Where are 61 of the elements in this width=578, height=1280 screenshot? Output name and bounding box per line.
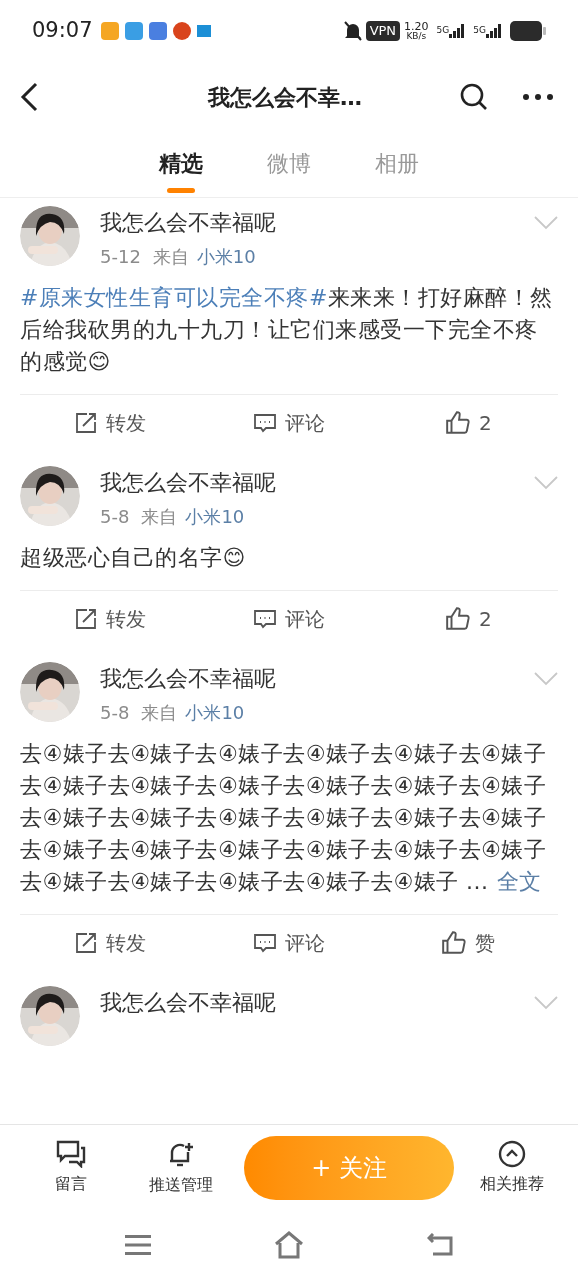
- like-action[interactable]: 2: [378, 407, 558, 438]
- author-name[interactable]: 我怎么会不幸福呢: [100, 206, 276, 239]
- thumbs-up-icon: [441, 929, 468, 956]
- recommend-button[interactable]: 相关推荐: [462, 1139, 562, 1196]
- thumbs-up-icon: [444, 409, 471, 436]
- author-name[interactable]: 我怎么会不幸福呢: [100, 662, 276, 695]
- source-link[interactable]: 小米10: [185, 503, 245, 530]
- app-icon: [148, 22, 167, 40]
- clock: 09:07: [32, 17, 93, 45]
- chat-icon: [56, 1139, 86, 1168]
- post-date: 5-8: [100, 505, 130, 529]
- post-date: 5-8: [100, 701, 130, 725]
- source-link[interactable]: 小米10: [185, 699, 245, 726]
- bell-button[interactable]: 推送管理: [126, 1138, 236, 1197]
- post-text: #原来女性生育可以完全不疼#来来来！打好麻醉！然后给我砍男的九十九刀！让它们来感受一下完全不疼的感觉😊: [19, 284, 554, 376]
- post-date: 5-12: [100, 245, 141, 269]
- speed-unit: KB/s: [406, 32, 427, 41]
- network-speed: 1.20: [404, 21, 429, 32]
- source-label: 来自: [141, 505, 178, 529]
- app-icon: [124, 22, 143, 40]
- app-icon: [100, 22, 119, 40]
- chevron-up-icon: [498, 1139, 526, 1168]
- share-icon: [73, 410, 98, 435]
- comment-action[interactable]: 评论: [199, 927, 379, 958]
- menu-icon[interactable]: [125, 1235, 152, 1255]
- author-name[interactable]: 我怎么会不幸福呢: [100, 986, 276, 1019]
- tab[interactable]: 精选: [159, 147, 203, 197]
- full-text-link[interactable]: 全文: [496, 869, 542, 894]
- back-icon[interactable]: [426, 1233, 453, 1257]
- app-icon: [172, 22, 191, 40]
- message-button[interactable]: 留言: [16, 1139, 126, 1196]
- app-icon: [196, 25, 211, 37]
- signal-icon: [449, 24, 466, 38]
- vpn-badge: VPN: [365, 21, 401, 41]
- post-text: 超级恶心自己的名字😊: [19, 544, 247, 572]
- share-icon: [73, 930, 98, 955]
- share-icon: [73, 606, 98, 631]
- author-name[interactable]: 我怎么会不幸福呢: [100, 466, 276, 499]
- like-action[interactable]: 赞: [378, 927, 558, 958]
- network-type: 5G: [436, 24, 450, 37]
- like-action[interactable]: 2: [378, 603, 558, 634]
- thumbs-up-icon: [444, 605, 471, 632]
- page-title: 我怎么会不幸…: [206, 83, 363, 112]
- signal-icon: [486, 24, 502, 38]
- hashtag-link[interactable]: #原来女性生育可以完全不疼#: [20, 285, 328, 310]
- repost-action[interactable]: 转发: [20, 927, 200, 958]
- repost-action[interactable]: 转发: [20, 407, 200, 438]
- comment-action[interactable]: 评论: [199, 407, 379, 438]
- source-label: 来自: [141, 701, 178, 725]
- more-icon: [523, 94, 553, 100]
- post-text: 去④婊子去④婊子去④婊子去④婊子去④婊子去④婊子去④婊子去④婊子去④婊子去④婊子去④婊子去④婊子去④婊子去④婊子去④婊子去④婊子去④婊子去④婊子去④婊子去④婊子去④婊子去④婊子去④婊子去④婊子去④婊子去④婊子去④婊子去④婊子去④婊子 ... 全文: [19, 740, 548, 896]
- source-link[interactable]: 小米10: [196, 243, 256, 270]
- home-icon[interactable]: [274, 1231, 304, 1259]
- mute-icon: [343, 21, 362, 41]
- comment-action[interactable]: 评论: [199, 603, 379, 634]
- search-icon: [460, 83, 488, 111]
- battery-icon: [510, 21, 546, 41]
- source-label: 来自: [152, 245, 189, 269]
- repost-action[interactable]: 转发: [20, 603, 200, 634]
- back-icon: [20, 82, 38, 112]
- network-type: 5G: [473, 24, 486, 37]
